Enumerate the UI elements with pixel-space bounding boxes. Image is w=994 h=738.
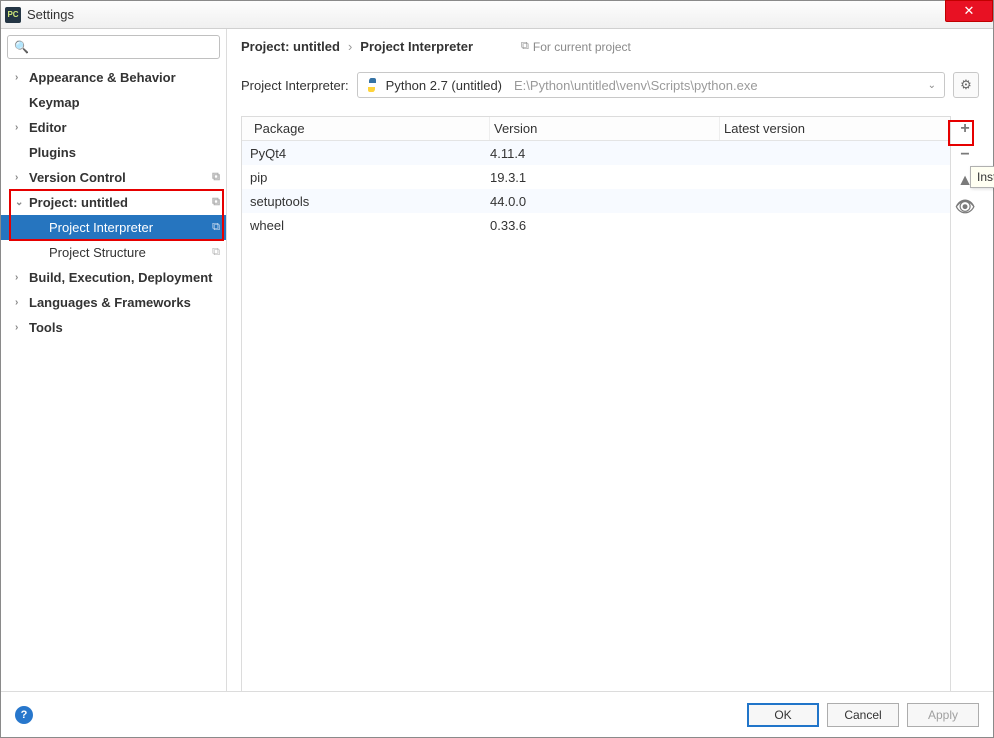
interpreter-path-text: E:\Python\untitled\venv\Scripts\python.e…: [514, 78, 758, 93]
breadcrumb: Project: untitled › Project Interpreter …: [241, 39, 979, 54]
sidebar-item-label: Project Structure: [49, 245, 146, 260]
packages-table: Package Version Latest version PyQt44.11…: [241, 116, 951, 692]
sidebar-item-label: Keymap: [29, 95, 80, 110]
sidebar-item-plugins[interactable]: Plugins: [1, 140, 226, 165]
sidebar-item-label: Tools: [29, 320, 63, 335]
sidebar-item-editor[interactable]: › Editor: [1, 115, 226, 140]
packages-table-header: Package Version Latest version: [242, 117, 950, 141]
chevron-right-icon: ›: [15, 72, 18, 83]
settings-tree: › Appearance & Behavior Keymap › Editor Plugi…: [1, 65, 226, 340]
remove-package-button[interactable]: −: [954, 144, 976, 166]
cell-pkg: setuptools: [250, 194, 490, 209]
settings-content: Project: untitled › Project Interpreter …: [227, 29, 993, 691]
interpreter-row: Project Interpreter: Python 2.7 (untitle…: [241, 72, 979, 98]
chevron-right-icon: ›: [15, 122, 18, 133]
interpreter-select[interactable]: Python 2.7 (untitled) E:\Python\untitled…: [357, 72, 945, 98]
sidebar-item-project-structure[interactable]: Project Structure ⧉: [1, 240, 226, 265]
sidebar-search-input[interactable]: 🔍: [7, 35, 220, 59]
title-bar: PC Settings ✕: [1, 1, 993, 29]
plus-icon: +: [960, 120, 969, 138]
sidebar-item-version-control[interactable]: › Version Control ⧉: [1, 165, 226, 190]
chevron-down-icon: ⌄: [15, 197, 23, 208]
interpreter-label: Project Interpreter:: [241, 78, 349, 93]
sidebar-item-label: Project Interpreter: [49, 220, 153, 235]
copy-icon: ⧉: [212, 221, 220, 234]
main-area: 🔍 › Appearance & Behavior Keymap › Editor Plu…: [1, 29, 993, 691]
packages-table-body: PyQt44.11.4pip19.3.1setuptools44.0.0whee…: [242, 141, 950, 691]
app-icon: PC: [5, 7, 21, 23]
sidebar-item-languages-frameworks[interactable]: › Languages & Frameworks: [1, 290, 226, 315]
chevron-right-icon: ›: [15, 322, 18, 333]
install-tooltip: Inst: [970, 166, 994, 188]
close-button[interactable]: ✕: [945, 0, 993, 22]
minus-icon: −: [960, 146, 969, 164]
cell-pkg: wheel: [250, 218, 490, 233]
cell-ver: 0.33.6: [490, 218, 720, 233]
sidebar-item-label: Languages & Frameworks: [29, 295, 191, 310]
table-row[interactable]: setuptools44.0.0: [242, 189, 950, 213]
sidebar-item-keymap[interactable]: Keymap: [1, 90, 226, 115]
search-icon: 🔍: [14, 40, 29, 54]
table-row[interactable]: pip19.3.1: [242, 165, 950, 189]
help-icon: ?: [21, 709, 28, 721]
sidebar-item-project-interpreter[interactable]: Project Interpreter ⧉: [1, 215, 226, 240]
interpreter-settings-button[interactable]: ⚙: [953, 72, 979, 98]
gear-icon: ⚙: [960, 77, 972, 93]
copy-icon: ⧉: [212, 196, 220, 209]
breadcrumb-separator: ›: [348, 39, 352, 54]
sidebar-item-label: Version Control: [29, 170, 126, 185]
sidebar-item-tools[interactable]: › Tools: [1, 315, 226, 340]
table-row[interactable]: wheel0.33.6: [242, 213, 950, 237]
python-icon: [364, 77, 380, 93]
sidebar-item-build-execution-deployment[interactable]: › Build, Execution, Deployment: [1, 265, 226, 290]
settings-sidebar: 🔍 › Appearance & Behavior Keymap › Editor Plu…: [1, 29, 227, 691]
cell-ver: 4.11.4: [490, 146, 720, 161]
table-row[interactable]: PyQt44.11.4: [242, 141, 950, 165]
add-package-button[interactable]: +: [954, 118, 976, 140]
cell-ver: 44.0.0: [490, 194, 720, 209]
eye-icon: 👁: [955, 197, 975, 217]
sidebar-item-label: Project: untitled: [29, 195, 128, 210]
show-early-releases-button[interactable]: 👁: [954, 196, 976, 218]
cancel-button[interactable]: Cancel: [827, 703, 899, 727]
sidebar-item-appearance-behavior[interactable]: › Appearance & Behavior: [1, 65, 226, 90]
copy-icon: ⧉: [521, 40, 529, 53]
breadcrumb-project: Project: untitled: [241, 39, 340, 54]
for-current-project-label: ⧉ For current project: [521, 40, 631, 54]
package-side-buttons: + − ▲ 👁: [951, 116, 979, 692]
sidebar-item-label: Appearance & Behavior: [29, 70, 176, 85]
ok-button[interactable]: OK: [747, 703, 819, 727]
copy-icon: ⧉: [212, 246, 220, 259]
interpreter-selected-text: Python 2.7 (untitled): [386, 78, 502, 93]
sidebar-item-label: Editor: [29, 120, 67, 135]
apply-button[interactable]: Apply: [907, 703, 979, 727]
chevron-right-icon: ›: [15, 172, 18, 183]
col-latest[interactable]: Latest version: [720, 117, 942, 140]
help-button[interactable]: ?: [15, 706, 33, 724]
cell-pkg: PyQt4: [250, 146, 490, 161]
cell-ver: 19.3.1: [490, 170, 720, 185]
breadcrumb-page: Project Interpreter: [360, 39, 473, 54]
cell-pkg: pip: [250, 170, 490, 185]
bottom-bar: ? OK Cancel Apply: [1, 691, 993, 737]
packages-block: Package Version Latest version PyQt44.11…: [241, 116, 979, 692]
sidebar-item-project-untitled[interactable]: ⌄ Project: untitled ⧉: [1, 190, 226, 215]
window-title: Settings: [27, 7, 74, 22]
col-package[interactable]: Package: [250, 117, 490, 140]
chevron-right-icon: ›: [15, 272, 18, 283]
copy-icon: ⧉: [212, 171, 220, 184]
sidebar-item-label: Build, Execution, Deployment: [29, 270, 212, 285]
sidebar-item-label: Plugins: [29, 145, 76, 160]
chevron-right-icon: ›: [15, 297, 18, 308]
close-icon: ✕: [964, 3, 975, 19]
col-version[interactable]: Version: [490, 117, 720, 140]
chevron-down-icon: ⌄: [928, 80, 936, 91]
